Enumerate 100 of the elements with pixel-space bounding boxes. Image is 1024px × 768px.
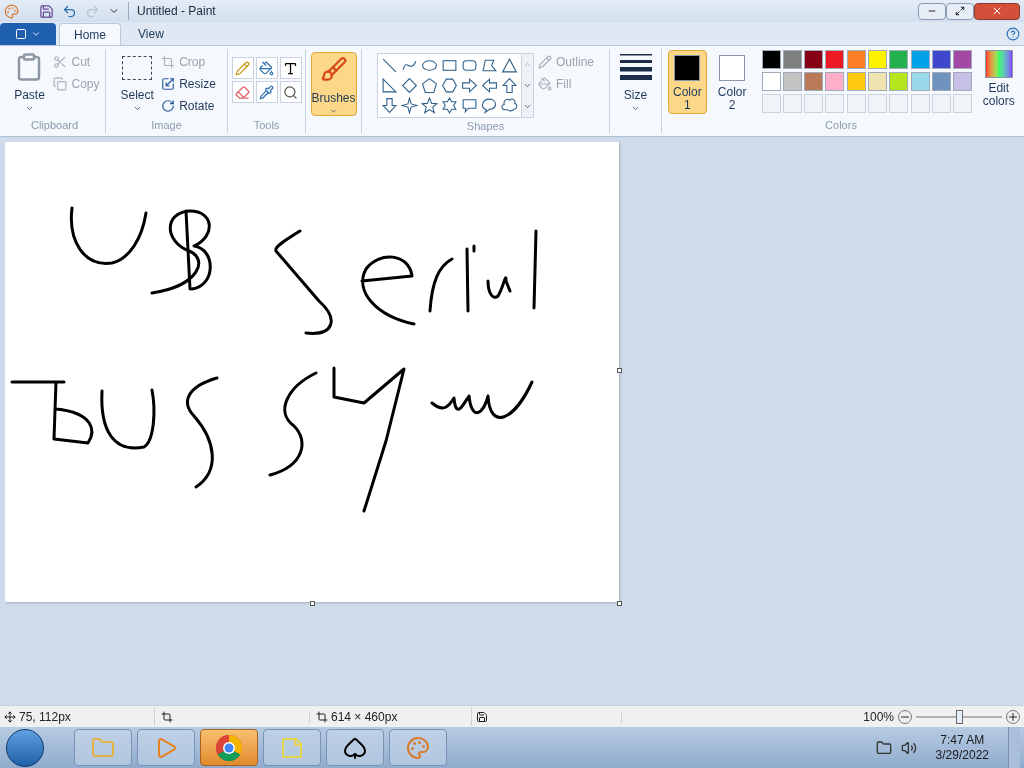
palette-color[interactable]	[804, 72, 824, 91]
palette-color[interactable]	[889, 72, 909, 91]
rounded-rectangle-shape-icon[interactable]	[461, 57, 478, 74]
resize-handle[interactable]	[310, 601, 315, 606]
color-picker-tool[interactable]	[255, 81, 278, 103]
selection-size-icon	[161, 710, 173, 723]
line-shape-icon[interactable]	[381, 57, 398, 74]
palette-color[interactable]	[931, 72, 951, 91]
palette-color[interactable]	[846, 50, 866, 69]
zoom-slider[interactable]	[916, 709, 1002, 724]
size-button[interactable]: Size	[615, 52, 656, 113]
rectangle-shape-icon[interactable]	[441, 57, 458, 74]
right-arrow-shape-icon[interactable]	[461, 77, 478, 94]
palette-color[interactable]	[782, 50, 802, 69]
sticky-note-icon	[280, 735, 304, 760]
polygon-shape-icon[interactable]	[481, 57, 498, 74]
right-triangle-shape-icon[interactable]	[381, 77, 398, 94]
palette-color[interactable]	[931, 50, 951, 69]
expand-icon[interactable]	[523, 102, 532, 111]
triangle-shape-icon[interactable]	[501, 57, 518, 74]
four-point-star-shape-icon[interactable]	[401, 97, 418, 114]
caret-icon	[631, 104, 640, 113]
up-arrow-shape-icon[interactable]	[501, 77, 518, 94]
help-icon[interactable]	[1006, 27, 1020, 41]
palette-color[interactable]	[953, 50, 973, 69]
scroll-down-icon[interactable]	[523, 81, 532, 90]
select-button[interactable]: Select	[117, 52, 158, 113]
selection-icon	[122, 56, 153, 80]
rect-callout-shape-icon[interactable]	[461, 97, 478, 114]
down-arrow-shape-icon[interactable]	[381, 97, 398, 114]
color-slot-button[interactable]: Color 1	[668, 50, 707, 114]
palette-color[interactable]	[953, 72, 973, 91]
maximize-button[interactable]	[946, 2, 974, 20]
palette-color[interactable]	[782, 72, 802, 91]
left-arrow-shape-icon[interactable]	[481, 77, 498, 94]
five-point-star-shape-icon[interactable]	[421, 97, 438, 114]
palette-color[interactable]	[804, 50, 824, 69]
palette-color[interactable]	[868, 50, 887, 69]
group-label: Tools	[252, 118, 281, 133]
window-title: Untitled - Paint	[128, 2, 216, 20]
file-menu-button[interactable]	[0, 23, 56, 45]
cut-icon	[53, 55, 68, 69]
caret-icon	[329, 106, 338, 115]
ribbon-tab[interactable]: View	[124, 23, 178, 45]
diamond-shape-icon[interactable]	[401, 77, 418, 94]
palette-color[interactable]	[825, 50, 845, 69]
drawing-canvas[interactable]	[5, 142, 619, 602]
resize-handle[interactable]	[617, 601, 622, 606]
rotate-icon	[161, 99, 176, 113]
resize-icon	[161, 77, 176, 91]
eraser-tool[interactable]	[231, 81, 254, 103]
ribbon-tab[interactable]: Home	[59, 23, 121, 45]
resize-handle[interactable]	[617, 368, 622, 373]
cloud-callout-shape-icon[interactable]	[501, 97, 518, 114]
oval-callout-shape-icon[interactable]	[481, 97, 498, 114]
hexagon-shape-icon[interactable]	[441, 77, 458, 94]
group-label: Image	[150, 118, 183, 133]
paste-button[interactable]: Paste	[9, 52, 50, 113]
edit-colors-button[interactable]: Edit colors	[977, 50, 1020, 108]
start-button[interactable]	[6, 728, 44, 767]
clock-time[interactable]: 7:47 AM	[940, 732, 985, 748]
pentagon-shape-icon[interactable]	[421, 77, 438, 94]
eraser-icon	[235, 84, 250, 100]
oval-shape-icon[interactable]	[421, 57, 438, 74]
resize-button[interactable]: Resize	[161, 74, 216, 94]
save-icon[interactable]	[39, 3, 54, 19]
undo-icon[interactable]	[62, 3, 77, 19]
palette-color[interactable]	[761, 72, 781, 91]
magnifier-tool[interactable]	[279, 81, 302, 103]
volume-icon[interactable]	[900, 739, 917, 756]
taskbar-app-button[interactable]	[326, 729, 384, 766]
magnifier-icon	[283, 84, 298, 100]
palette-color[interactable]	[868, 72, 887, 91]
empty-color-slot[interactable]	[868, 94, 887, 113]
palette-color[interactable]	[846, 72, 866, 91]
text-tool-tool[interactable]	[279, 57, 302, 79]
cursor-position-icon	[4, 710, 16, 723]
paint-bucket-tool[interactable]	[255, 57, 278, 79]
caret-icon	[132, 104, 142, 113]
palette-color[interactable]	[825, 72, 845, 91]
close-icon	[991, 5, 1003, 17]
clock-date[interactable]: 3/29/2022	[935, 747, 989, 763]
group-label: Colors	[824, 118, 858, 133]
palette-color[interactable]	[910, 50, 930, 69]
color-slot-button[interactable]: Color 2	[712, 50, 752, 114]
pencil-tool[interactable]	[231, 57, 254, 79]
minimize-button[interactable]	[918, 2, 946, 20]
palette-color[interactable]	[889, 50, 909, 69]
brushes-button[interactable]: Brushes	[310, 52, 357, 116]
close-button[interactable]	[974, 2, 1020, 20]
fill-icon	[538, 77, 552, 91]
rotate-button[interactable]: Rotate	[161, 96, 216, 116]
canvas-size: 614 × 460px	[331, 708, 398, 726]
folder-icon	[91, 735, 115, 760]
six-point-star-shape-icon[interactable]	[441, 97, 458, 114]
empty-color-slot[interactable]	[953, 94, 973, 113]
palette-color[interactable]	[761, 50, 781, 69]
app-icon	[4, 3, 19, 19]
palette-color[interactable]	[910, 72, 930, 91]
zoom-thumb[interactable]	[956, 709, 963, 724]
